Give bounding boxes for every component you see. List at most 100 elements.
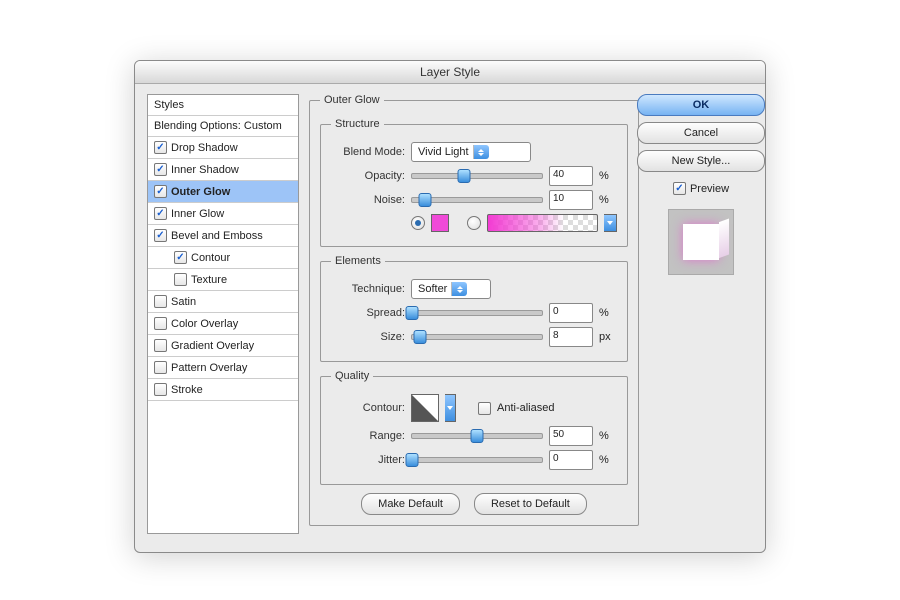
quality-legend: Quality	[331, 370, 373, 382]
jitter-slider[interactable]	[411, 457, 543, 463]
checkbox-drop-shadow[interactable]	[154, 141, 167, 154]
size-label: Size:	[331, 331, 405, 343]
spread-slider-thumb[interactable]	[406, 306, 419, 320]
preview-cube-icon	[683, 224, 719, 260]
jitter-value[interactable]: 0	[549, 450, 593, 470]
sidebar-item-bevel-emboss[interactable]: Bevel and Emboss	[148, 225, 298, 247]
blend-mode-select[interactable]: Vivid Light	[411, 142, 531, 162]
sidebar-item-label: Inner Shadow	[171, 164, 239, 176]
checkbox-satin[interactable]	[154, 295, 167, 308]
sidebar-item-pattern-overlay[interactable]: Pattern Overlay	[148, 357, 298, 379]
reset-default-button[interactable]: Reset to Default	[474, 493, 587, 515]
color-swatch[interactable]	[431, 214, 449, 232]
spread-label: Spread:	[331, 307, 405, 319]
layer-style-dialog: Layer Style Styles Blending Options: Cus…	[134, 60, 766, 553]
noise-slider[interactable]	[411, 197, 543, 203]
opacity-value[interactable]: 40	[549, 166, 593, 186]
checkbox-outer-glow[interactable]	[154, 185, 167, 198]
dialog-right-column: OK Cancel New Style... Preview	[649, 94, 753, 534]
checkbox-stroke[interactable]	[154, 383, 167, 396]
sidebar-item-inner-shadow[interactable]: Inner Shadow	[148, 159, 298, 181]
sidebar-item-label: Outer Glow	[171, 186, 230, 198]
noise-value[interactable]: 10	[549, 190, 593, 210]
sidebar-item-label: Drop Shadow	[171, 142, 238, 154]
checkbox-inner-glow[interactable]	[154, 207, 167, 220]
sidebar-item-label: Inner Glow	[171, 208, 224, 220]
sidebar-header[interactable]: Styles	[148, 95, 298, 116]
chevron-down-icon[interactable]	[445, 394, 456, 422]
sidebar-item-label: Texture	[191, 274, 227, 286]
range-label: Range:	[331, 430, 405, 442]
checkbox-gradient-overlay[interactable]	[154, 339, 167, 352]
sidebar-item-gradient-overlay[interactable]: Gradient Overlay	[148, 335, 298, 357]
size-value[interactable]: 8	[549, 327, 593, 347]
gradient-picker[interactable]	[487, 214, 598, 232]
make-default-button[interactable]: Make Default	[361, 493, 460, 515]
spread-value[interactable]: 0	[549, 303, 593, 323]
preview-label: Preview	[690, 183, 729, 195]
noise-label: Noise:	[331, 194, 405, 206]
checkbox-contour[interactable]	[174, 251, 187, 264]
range-slider-thumb[interactable]	[471, 429, 484, 443]
blend-mode-label: Blend Mode:	[331, 146, 405, 158]
size-slider-thumb[interactable]	[413, 330, 426, 344]
opacity-slider-thumb[interactable]	[458, 169, 471, 183]
opacity-label: Opacity:	[331, 170, 405, 182]
sidebar-item-contour[interactable]: Contour	[148, 247, 298, 269]
gradient-radio[interactable]	[467, 216, 481, 230]
sidebar-item-inner-glow[interactable]: Inner Glow	[148, 203, 298, 225]
blend-mode-value: Vivid Light	[418, 146, 469, 158]
sidebar-item-label: Stroke	[171, 384, 203, 396]
spread-slider[interactable]	[411, 310, 543, 316]
preview-checkbox[interactable]	[673, 182, 686, 195]
checkbox-inner-shadow[interactable]	[154, 163, 167, 176]
size-slider[interactable]	[411, 334, 543, 340]
percent-unit: %	[599, 307, 617, 319]
contour-label: Contour:	[331, 402, 405, 414]
percent-unit: %	[599, 170, 617, 182]
jitter-slider-thumb[interactable]	[406, 453, 419, 467]
opacity-slider[interactable]	[411, 173, 543, 179]
ok-button[interactable]: OK	[637, 94, 765, 116]
checkbox-bevel-emboss[interactable]	[154, 229, 167, 242]
range-value[interactable]: 50	[549, 426, 593, 446]
sidebar-item-color-overlay[interactable]: Color Overlay	[148, 313, 298, 335]
new-style-button[interactable]: New Style...	[637, 150, 765, 172]
effect-panel: Outer Glow Structure Blend Mode: Vivid L…	[309, 94, 639, 534]
sidebar-item-stroke[interactable]: Stroke	[148, 379, 298, 401]
checkbox-pattern-overlay[interactable]	[154, 361, 167, 374]
range-slider[interactable]	[411, 433, 543, 439]
panel-title: Outer Glow	[320, 94, 384, 106]
anti-aliased-checkbox[interactable]	[478, 402, 491, 415]
preview-thumbnail	[668, 209, 734, 275]
elements-fieldset: Elements Technique: Softer Spread:	[320, 255, 628, 362]
chevron-up-down-icon	[451, 282, 467, 296]
checkbox-texture[interactable]	[174, 273, 187, 286]
sidebar-item-label: Satin	[171, 296, 196, 308]
cancel-button[interactable]: Cancel	[637, 122, 765, 144]
technique-value: Softer	[418, 283, 447, 295]
technique-label: Technique:	[331, 283, 405, 295]
sidebar-item-label: Contour	[191, 252, 230, 264]
noise-slider-thumb[interactable]	[419, 193, 432, 207]
quality-fieldset: Quality Contour: Anti-aliased Range:	[320, 370, 628, 485]
jitter-label: Jitter:	[331, 454, 405, 466]
structure-legend: Structure	[331, 118, 384, 130]
styles-sidebar: Styles Blending Options: Custom Drop Sha…	[147, 94, 299, 534]
sidebar-blending-options[interactable]: Blending Options: Custom	[148, 116, 298, 137]
structure-fieldset: Structure Blend Mode: Vivid Light Opacit…	[320, 118, 628, 247]
sidebar-item-drop-shadow[interactable]: Drop Shadow	[148, 137, 298, 159]
technique-select[interactable]: Softer	[411, 279, 491, 299]
percent-unit: %	[599, 194, 617, 206]
sidebar-item-label: Color Overlay	[171, 318, 238, 330]
contour-picker[interactable]	[411, 394, 439, 422]
color-radio[interactable]	[411, 216, 425, 230]
chevron-up-down-icon	[473, 145, 489, 159]
checkbox-color-overlay[interactable]	[154, 317, 167, 330]
sidebar-item-satin[interactable]: Satin	[148, 291, 298, 313]
sidebar-item-outer-glow[interactable]: Outer Glow	[148, 181, 298, 203]
sidebar-item-label: Pattern Overlay	[171, 362, 247, 374]
anti-aliased-label: Anti-aliased	[497, 402, 554, 414]
chevron-down-icon[interactable]	[604, 214, 617, 232]
sidebar-item-texture[interactable]: Texture	[148, 269, 298, 291]
